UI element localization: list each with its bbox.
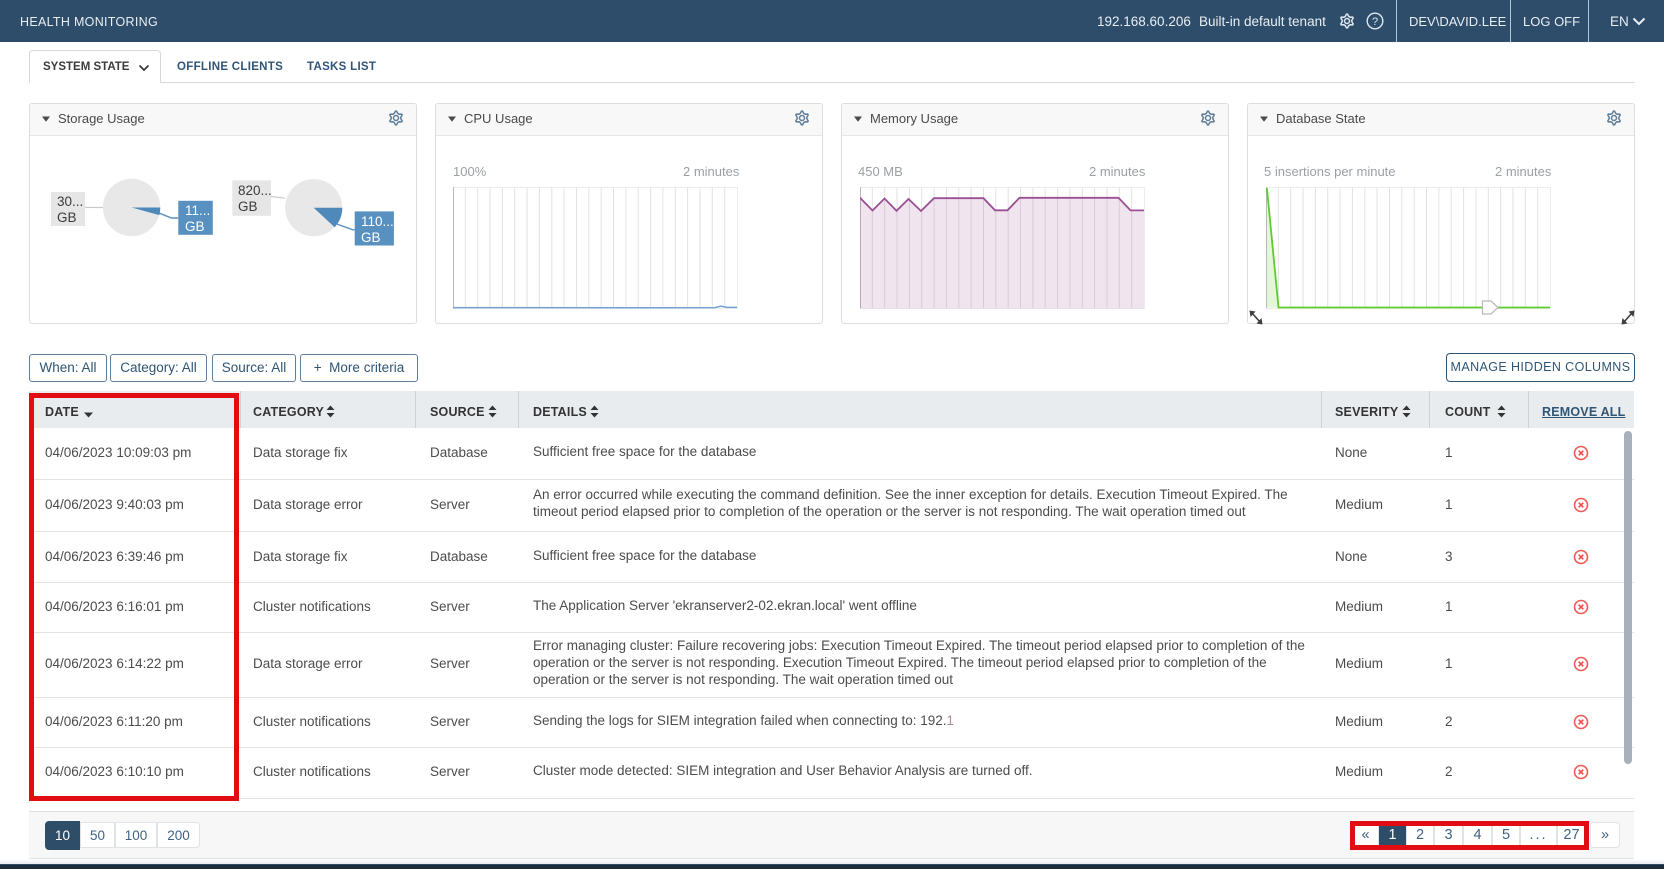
svg-text:820...: 820...	[238, 183, 272, 198]
svg-text:GB: GB	[361, 230, 381, 245]
svg-text:110...: 110...	[361, 214, 394, 229]
svg-text:GB: GB	[238, 199, 258, 214]
svg-text:GB: GB	[185, 219, 205, 234]
svg-text:?: ?	[1372, 16, 1378, 28]
svg-text:GB: GB	[57, 210, 77, 225]
svg-text:11...: 11...	[185, 203, 210, 218]
svg-text:30...: 30...	[57, 194, 83, 209]
